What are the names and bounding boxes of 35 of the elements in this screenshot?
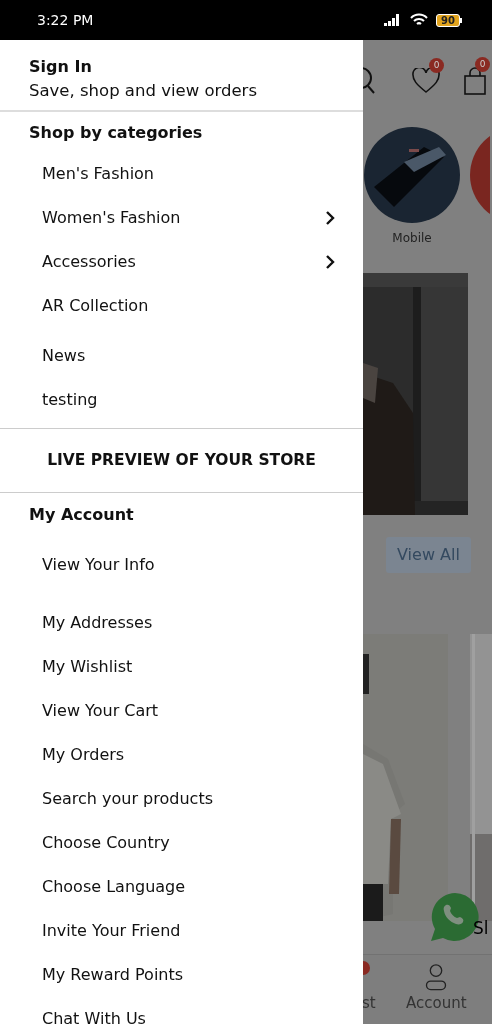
cart-badge: 0 <box>475 57 490 73</box>
search-icon[interactable] <box>363 67 375 96</box>
category-item[interactable]: AR Collection <box>42 293 149 318</box>
person-icon[interactable] <box>425 963 448 992</box>
category-item[interactable]: Men's Fashion <box>42 161 154 186</box>
heart-icon[interactable] <box>412 68 440 95</box>
account-menu-item[interactable]: Chat With Us <box>42 1006 146 1024</box>
account-menu-item[interactable]: View Your Info <box>42 552 155 577</box>
account-menu-item[interactable]: My Reward Points <box>42 962 184 987</box>
account-menu-item[interactable]: View Your Cart <box>42 698 159 723</box>
account-menu-item[interactable]: My Wishlist <box>42 654 133 679</box>
account-menu-item[interactable]: My Orders <box>42 742 125 767</box>
category-item[interactable]: Accessories <box>42 249 136 274</box>
category-label: Mobile <box>392 229 432 247</box>
chevron-right-icon[interactable] <box>325 253 335 270</box>
category-item[interactable]: testing <box>42 387 98 412</box>
battery-icon: 90 <box>436 13 462 27</box>
account-menu-item[interactable]: My Addresses <box>42 610 153 635</box>
sign-in-subtitle: Save, shop and view orders <box>29 80 258 102</box>
category-item[interactable]: Women's Fashion <box>42 205 181 230</box>
shopping-bag-icon[interactable] <box>464 67 486 96</box>
wifi-icon <box>410 13 429 27</box>
wishlist-badge: 0 <box>429 58 444 74</box>
section-heading: My Account <box>29 504 134 524</box>
account-menu-item[interactable]: Search your products <box>42 786 213 811</box>
account-menu-item[interactable]: Invite Your Friend <box>42 918 181 943</box>
clock: 3:22 PM <box>37 10 94 30</box>
account-menu-item[interactable]: Choose Country <box>42 830 170 855</box>
product-title: Sl <box>473 916 489 940</box>
sign-in-link[interactable]: Sign In <box>29 55 363 79</box>
live-preview-link[interactable]: LIVE PREVIEW OF YOUR STORE <box>47 448 316 472</box>
account-menu-item[interactable]: Choose Language <box>42 874 186 899</box>
section-heading: Shop by categories <box>29 122 203 142</box>
category-item[interactable]: News <box>42 343 86 368</box>
chevron-right-icon[interactable] <box>325 209 335 226</box>
